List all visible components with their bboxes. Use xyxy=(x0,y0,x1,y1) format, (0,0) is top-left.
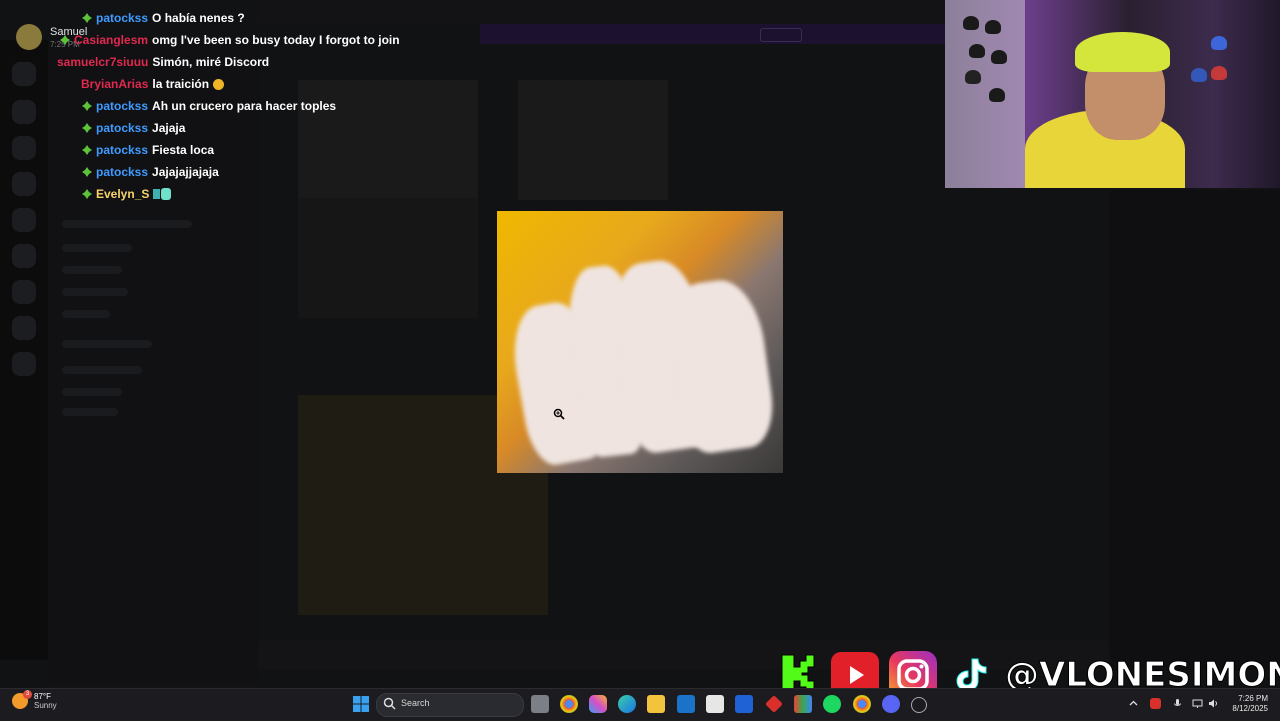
message-image[interactable] xyxy=(518,80,668,200)
gem-badge-icon xyxy=(82,167,92,177)
chat-line: BryianArias la traición xyxy=(81,77,225,91)
store-icon[interactable] xyxy=(706,695,724,713)
chat-line: patockss Jajajajjajaja xyxy=(82,165,219,179)
channel-item[interactable] xyxy=(62,340,152,348)
taskview-icon[interactable] xyxy=(531,695,549,713)
streamer-hat xyxy=(1075,32,1170,72)
channel-item[interactable] xyxy=(62,244,132,252)
cap-decor xyxy=(985,20,1001,34)
weather-badge: 3 xyxy=(23,690,32,699)
message-image[interactable] xyxy=(298,198,478,318)
app-icon[interactable] xyxy=(794,695,812,713)
image-viewer[interactable] xyxy=(497,211,783,473)
server-icon[interactable] xyxy=(12,244,36,268)
microphone-icon[interactable] xyxy=(1172,698,1183,709)
server-icon[interactable] xyxy=(12,208,36,232)
gem-badge-icon xyxy=(82,145,92,155)
cap-decor xyxy=(969,44,985,58)
zoom-cursor-icon xyxy=(553,408,565,420)
chat-username[interactable]: BryianArias xyxy=(81,77,148,91)
copilot-icon[interactable] xyxy=(589,695,607,713)
chat-username[interactable]: patockss xyxy=(96,11,148,25)
chevron-up-icon[interactable] xyxy=(1128,698,1139,709)
cap-decor xyxy=(965,70,981,84)
channel-item[interactable] xyxy=(62,408,118,416)
stream-chat-overlay: Samuel 7:25 PM patockss O había nenes ? … xyxy=(0,0,420,210)
chat-line: Evelyn_S xyxy=(82,187,172,201)
weather-widget[interactable]: 3 87°F Sunny xyxy=(12,690,57,710)
gem-badge-icon xyxy=(82,189,92,199)
chat-message: Ah un crucero para hacer toples xyxy=(152,99,337,113)
weather-sun-icon: 3 xyxy=(12,690,32,709)
chat-message: Fiesta loca xyxy=(152,143,215,157)
chat-line: patockss Jajaja xyxy=(82,121,185,135)
chat-message: Jajajajjajaja xyxy=(152,165,219,179)
discord-banner xyxy=(480,24,945,44)
chat-message: Simón, miré Discord xyxy=(152,55,270,69)
gem-badge-icon xyxy=(82,13,92,23)
discord-icon[interactable] xyxy=(882,695,900,713)
clock-time: 7:26 PM xyxy=(1238,694,1268,703)
channel-item[interactable] xyxy=(62,288,128,296)
chat-message: Jajaja xyxy=(152,121,186,135)
chat-message: la traición xyxy=(152,77,210,91)
channel-item[interactable] xyxy=(62,266,122,274)
channel-item[interactable] xyxy=(62,220,192,228)
discord-user-avatar xyxy=(16,24,42,50)
app-icon[interactable] xyxy=(911,697,927,713)
server-icon[interactable] xyxy=(12,280,36,304)
weather-temp: 87°F xyxy=(34,692,51,701)
outlook-icon[interactable] xyxy=(677,695,695,713)
cap-decor xyxy=(1191,68,1207,82)
chat-message: O había nenes ? xyxy=(152,11,245,25)
server-icon[interactable] xyxy=(12,352,36,376)
chat-line: patockss Fiesta loca xyxy=(82,143,214,157)
emote-icon xyxy=(153,188,172,200)
chat-message: omg I've been so busy today I forgot to … xyxy=(152,33,400,47)
chat-line: samuelcr7siuuu Simón, miré Discord xyxy=(57,55,269,69)
smile-emoji-icon xyxy=(213,78,225,90)
channel-item[interactable] xyxy=(62,366,142,374)
chat-username[interactable]: patockss xyxy=(96,165,148,179)
volume-icon[interactable] xyxy=(1208,698,1219,709)
cap-decor xyxy=(1211,36,1227,50)
edge-icon[interactable] xyxy=(618,695,636,713)
chat-line: patockss Ah un crucero para hacer toples xyxy=(82,99,336,113)
taskbar-search-box[interactable] xyxy=(376,693,524,717)
discord-banner-button[interactable] xyxy=(760,28,802,42)
gem-badge-icon xyxy=(60,35,70,45)
chat-line: Casianglesm omg I've been so busy today … xyxy=(60,33,400,47)
cap-decor xyxy=(989,88,1005,102)
channel-item[interactable] xyxy=(62,388,122,396)
network-icon[interactable] xyxy=(1192,698,1203,709)
gem-badge-icon xyxy=(82,123,92,133)
server-icon[interactable] xyxy=(12,316,36,340)
weather-desc: Sunny xyxy=(34,701,57,710)
chrome-icon[interactable] xyxy=(853,695,871,713)
spotify-icon[interactable] xyxy=(823,695,841,713)
chat-username[interactable]: patockss xyxy=(96,121,148,135)
taskbar-search-placeholder: Search xyxy=(401,698,430,708)
member-list xyxy=(1110,190,1280,670)
tray-app-icon[interactable] xyxy=(1150,698,1161,709)
gem-badge-icon xyxy=(82,101,92,111)
chat-username[interactable]: samuelcr7siuuu xyxy=(57,55,148,69)
file-explorer-icon[interactable] xyxy=(647,695,665,713)
taskbar-clock[interactable]: 7:26 PM 8/12/2025 xyxy=(1226,694,1268,714)
taskbar xyxy=(0,688,1280,721)
chat-username[interactable]: patockss xyxy=(96,99,148,113)
chat-line: patockss O había nenes ? xyxy=(82,11,245,25)
clock-date: 8/12/2025 xyxy=(1232,704,1268,713)
chrome-icon[interactable] xyxy=(560,695,578,713)
cap-decor xyxy=(963,16,979,30)
windows-start-icon[interactable] xyxy=(352,695,370,713)
dropbox-icon[interactable] xyxy=(735,695,753,713)
chat-username[interactable]: Evelyn_S xyxy=(96,187,149,201)
channel-item[interactable] xyxy=(62,310,110,318)
chat-username[interactable]: patockss xyxy=(96,143,148,157)
cap-decor xyxy=(1211,66,1227,80)
cap-decor xyxy=(991,50,1007,64)
search-icon xyxy=(383,697,396,710)
chat-username[interactable]: Casianglesm xyxy=(74,33,148,47)
